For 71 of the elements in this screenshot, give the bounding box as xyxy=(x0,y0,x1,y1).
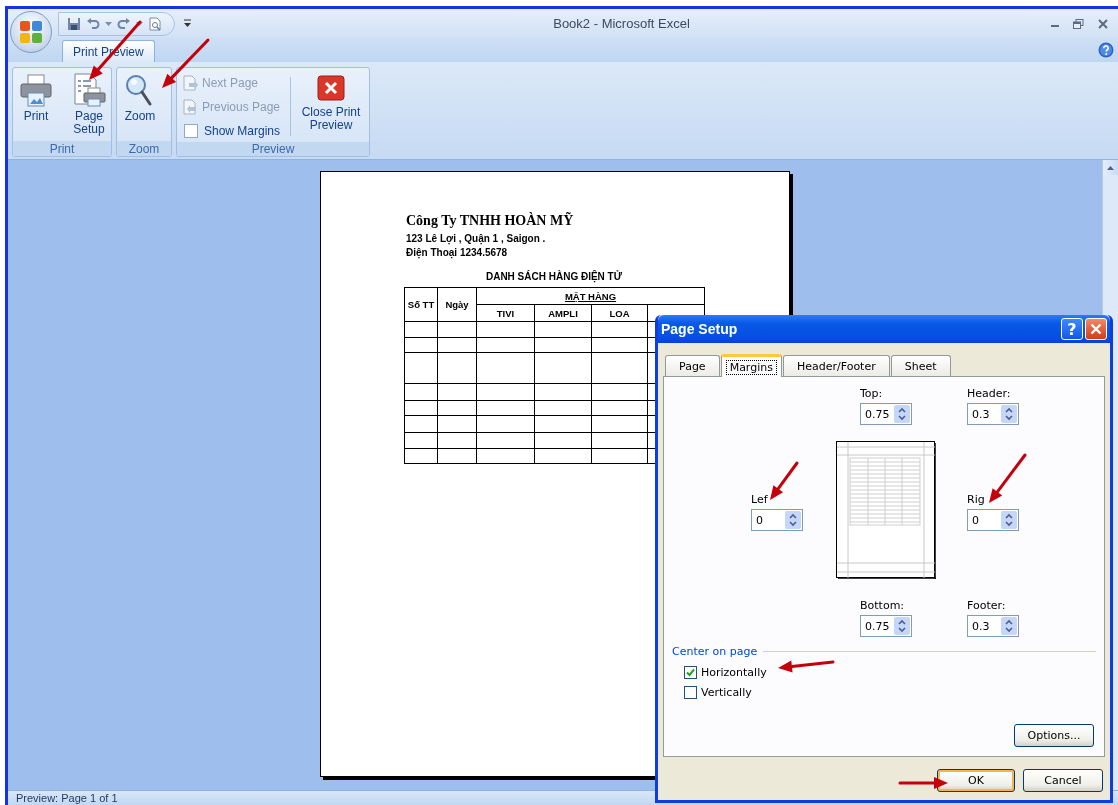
dialog-tab[interactable]: Sheet xyxy=(890,355,951,376)
checkbox-label: Horizontally xyxy=(701,666,767,679)
page-setup-icon xyxy=(72,73,106,107)
dialog-title: Page Setup xyxy=(661,321,739,337)
field-label: Header: xyxy=(967,387,1012,400)
ribbon-button[interactable]: Page Setup xyxy=(69,71,109,138)
undo-icon xyxy=(86,16,100,31)
column-header: LOA xyxy=(591,304,648,322)
field-label: Rig xyxy=(967,493,986,506)
close-button[interactable] xyxy=(1085,318,1107,340)
dialog-button[interactable]: Cancel xyxy=(1023,769,1103,792)
phone-text: Điện Thoại 1234.5678 xyxy=(406,246,508,260)
field-label: Lef xyxy=(751,493,769,506)
annotation-arrow xyxy=(770,461,799,500)
checkbox-label: Show Margins xyxy=(204,124,281,138)
column-header: AMPLI xyxy=(534,304,592,322)
caret-icon xyxy=(105,21,112,26)
field-label: Footer: xyxy=(967,599,1007,612)
minimize-icon xyxy=(1051,24,1059,27)
customize-toolbar-icon xyxy=(183,19,192,28)
dialog-tab[interactable]: Header/Footer xyxy=(782,355,890,376)
close-icon xyxy=(1090,323,1102,335)
scroll-up-icon xyxy=(1107,165,1114,170)
spin-field[interactable]: 0.3 xyxy=(967,615,1019,637)
checkbox[interactable] xyxy=(184,124,198,138)
window-title: Book2 - Microsoft Excel xyxy=(553,16,690,31)
column-header: Ngày xyxy=(437,287,477,322)
close-icon xyxy=(316,73,346,103)
group-label: Zoom xyxy=(128,141,160,156)
annotation-arrow xyxy=(989,453,1027,503)
spin-field[interactable]: 0.75 xyxy=(860,403,912,425)
spin-field[interactable]: 0 xyxy=(751,509,803,531)
checkbox[interactable] xyxy=(684,686,697,699)
annotation-arrow xyxy=(898,777,948,789)
redo-icon xyxy=(117,16,131,31)
column-group-header: MẶT HÀNG xyxy=(476,287,705,305)
save-icon xyxy=(67,16,81,31)
group-label: Print xyxy=(49,141,75,156)
spin-field[interactable]: 0.3 xyxy=(967,403,1019,425)
dialog-tab[interactable]: Page xyxy=(665,355,720,376)
printer-icon xyxy=(19,73,53,107)
dialog-button[interactable]: OK xyxy=(937,769,1015,792)
close-icon xyxy=(1098,18,1108,29)
spin-field[interactable]: 0 xyxy=(967,509,1019,531)
ribbon-button[interactable]: Zoom xyxy=(120,71,160,125)
caret-icon xyxy=(136,21,143,26)
field-label: Bottom: xyxy=(860,599,906,612)
spin-field[interactable]: 0.75 xyxy=(860,615,912,637)
next-page-icon xyxy=(182,75,198,91)
company-name: Công Ty TNHH HOÀN MỸ xyxy=(406,213,574,229)
print-preview-icon xyxy=(148,16,162,31)
field-label: Top: xyxy=(860,387,884,400)
restore-icon xyxy=(1073,18,1084,29)
help-icon xyxy=(1098,42,1114,58)
checkbox-label: Vertically xyxy=(701,686,752,699)
table-title: DANH SÁCH HÀNG ĐIỆN TỬ xyxy=(484,271,624,282)
logo-icon xyxy=(19,20,43,44)
status-text: Preview: Page 1 of 1 xyxy=(16,792,118,804)
column-header: TIVI xyxy=(476,304,535,322)
help-button[interactable]: ? xyxy=(1061,318,1083,340)
address-text: 123 Lê Lợi , Quận 1 , Saigon . xyxy=(406,232,546,246)
group-label: Preview xyxy=(251,142,295,156)
ribbon-button[interactable]: Print xyxy=(16,71,56,125)
dialog-tab[interactable]: Margins xyxy=(720,354,782,377)
section-label: Center on page xyxy=(672,645,758,658)
ribbon-button[interactable]: Close Print Preview xyxy=(296,71,366,134)
options-button[interactable]: Options... xyxy=(1014,724,1094,747)
annotation-arrow xyxy=(778,660,835,673)
checkbox[interactable] xyxy=(684,666,697,679)
column-header: Số TT xyxy=(404,287,438,322)
previous-page-icon xyxy=(182,99,198,115)
